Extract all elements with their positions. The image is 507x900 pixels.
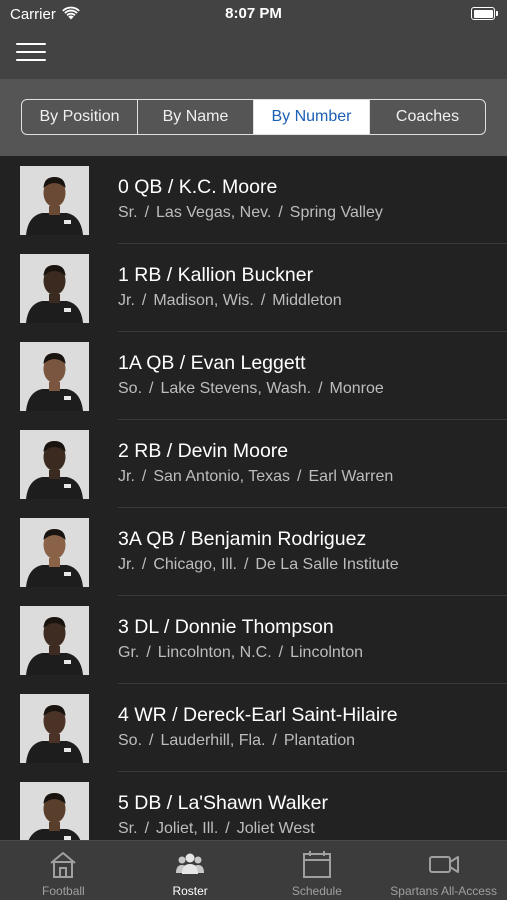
player-year: Sr. bbox=[118, 820, 138, 837]
player-school: De La Salle Institute bbox=[255, 556, 399, 573]
player-school: Earl Warren bbox=[308, 468, 394, 485]
sort-segmented-control: By Position By Name By Number Coaches bbox=[21, 99, 486, 135]
people-icon bbox=[176, 853, 205, 874]
tab-football[interactable]: Football bbox=[0, 841, 127, 900]
player-row[interactable]: 5 DB / La'Shawn Walker Sr. / Joliet, Ill. / J… bbox=[0, 772, 507, 840]
player-year: Sr. bbox=[118, 204, 138, 221]
player-row[interactable]: 3 DL / Donnie Thompson Gr. / Lincolnton, N.… bbox=[0, 596, 507, 684]
separator-slash: / bbox=[278, 204, 283, 221]
player-details: So. / Lake Stevens, Wash. / Monroe bbox=[118, 380, 384, 398]
separator-slash: / bbox=[278, 644, 284, 661]
player-photo bbox=[20, 342, 89, 411]
separator-slash: / bbox=[149, 732, 154, 749]
player-school: Joliet West bbox=[236, 820, 315, 837]
player-details: Jr. / San Antonio, Texas / Earl Warren bbox=[118, 468, 393, 486]
tab-schedule-label: Schedule bbox=[291, 884, 342, 898]
player-school: Monroe bbox=[329, 380, 384, 397]
separator-slash: / bbox=[144, 204, 150, 221]
player-details: Sr. / Joliet, Ill. / Joliet West bbox=[118, 820, 315, 838]
player-hometown: Chicago, Ill. bbox=[153, 556, 237, 573]
segment-by-position[interactable]: By Position bbox=[22, 100, 138, 134]
tab-bar: Football Roster Schedule Spartans All-Ac… bbox=[0, 840, 507, 900]
player-school: Lincolnton bbox=[290, 644, 364, 661]
separator-slash: / bbox=[146, 644, 151, 661]
sort-control-area: By Position By Name By Number Coaches bbox=[0, 79, 507, 156]
player-hometown: Las Vegas, Nev. bbox=[156, 204, 272, 221]
battery-icon bbox=[471, 7, 498, 20]
player-details: Jr. / Chicago, Ill. / De La Salle Institute bbox=[118, 556, 399, 574]
player-title: 2 RB / Devin Moore bbox=[118, 440, 289, 462]
player-details: Jr. / Madison, Wis. / Middleton bbox=[118, 292, 342, 310]
player-title: 3A QB / Benjamin Rodriguez bbox=[118, 528, 367, 550]
house-icon bbox=[50, 852, 77, 878]
player-row[interactable]: 3A QB / Benjamin Rodriguez Jr. / Chicago, I… bbox=[0, 508, 507, 596]
video-camera-icon bbox=[428, 856, 459, 873]
player-details: Sr. / Las Vegas, Nev. / Spring Valley bbox=[118, 204, 383, 222]
player-year: So. bbox=[118, 380, 143, 397]
player-photo bbox=[20, 782, 89, 840]
separator-slash: / bbox=[225, 820, 230, 837]
player-title: 1A QB / Evan Leggett bbox=[118, 352, 306, 374]
player-details: Gr. / Lincolnton, N.C. / Lincolnton bbox=[118, 644, 363, 662]
player-school: Middleton bbox=[272, 292, 342, 309]
tab-spartans-all-access[interactable]: Spartans All-Access bbox=[380, 841, 507, 900]
player-row[interactable]: 0 QB / K.C. Moore Sr. / Las Vegas, Nev. / Spr… bbox=[0, 156, 507, 244]
separator-slash: / bbox=[297, 468, 302, 485]
separator-slash: / bbox=[149, 380, 154, 397]
player-photo bbox=[20, 606, 89, 675]
hamburger-menu-icon[interactable] bbox=[16, 43, 46, 63]
tab-roster[interactable]: Roster bbox=[127, 841, 254, 900]
player-row[interactable]: 2 RB / Devin Moore Jr. / San Antonio, Texas… bbox=[0, 420, 507, 508]
segment-by-name[interactable]: By Name bbox=[138, 100, 254, 134]
segment-coaches[interactable]: Coaches bbox=[370, 100, 485, 134]
tab-spartans-all-access-label: Spartans All-Access bbox=[390, 884, 497, 898]
player-year: Jr. bbox=[118, 556, 135, 573]
separator-slash: / bbox=[144, 820, 150, 837]
navigation-bar bbox=[0, 30, 507, 79]
player-details: So. / Lauderhill, Fla. / Plantation bbox=[118, 732, 355, 750]
player-row[interactable]: 4 WR / Dereck-Earl Saint-Hilaire So. / Laud… bbox=[0, 684, 507, 772]
player-photo bbox=[20, 430, 89, 499]
player-year: So. bbox=[118, 732, 143, 749]
player-school: Plantation bbox=[283, 732, 356, 749]
player-title: 1 RB / Kallion Buckner bbox=[118, 264, 314, 286]
player-hometown: San Antonio, Texas bbox=[153, 468, 291, 485]
player-title: 5 DB / La'Shawn Walker bbox=[118, 792, 329, 814]
tab-football-label: Football bbox=[42, 884, 85, 898]
segment-by-number[interactable]: By Number bbox=[254, 100, 370, 134]
player-photo bbox=[20, 166, 89, 235]
player-hometown: Lauderhill, Fla. bbox=[160, 732, 266, 749]
tab-roster-label: Roster bbox=[172, 884, 208, 898]
status-time: 8:07 PM bbox=[225, 5, 282, 22]
tab-schedule[interactable]: Schedule bbox=[254, 841, 381, 900]
player-hometown: Joliet, Ill. bbox=[156, 820, 219, 837]
player-row[interactable]: 1A QB / Evan Leggett So. / Lake Stevens, Wa… bbox=[0, 332, 507, 420]
player-hometown: Madison, Wis. bbox=[153, 292, 254, 309]
player-year: Gr. bbox=[118, 644, 140, 661]
player-photo bbox=[20, 254, 89, 323]
player-year: Jr. bbox=[118, 468, 135, 485]
roster-list[interactable]: 0 QB / K.C. Moore Sr. / Las Vegas, Nev. / Spr… bbox=[0, 156, 507, 840]
player-title: 0 QB / K.C. Moore bbox=[118, 176, 278, 198]
separator-slash: / bbox=[141, 556, 147, 573]
player-photo bbox=[20, 694, 89, 763]
player-year: Jr. bbox=[118, 292, 135, 309]
player-title: 4 WR / Dereck-Earl Saint-Hilaire bbox=[118, 704, 398, 726]
player-title: 3 DL / Donnie Thompson bbox=[118, 616, 334, 638]
separator-slash: / bbox=[260, 292, 266, 309]
status-bar: Carrier 8:07 PM bbox=[0, 0, 507, 30]
player-school: Spring Valley bbox=[289, 204, 383, 221]
separator-slash: / bbox=[272, 732, 277, 749]
separator-slash: / bbox=[318, 380, 323, 397]
separator-slash: / bbox=[141, 292, 147, 309]
calendar-icon bbox=[302, 851, 331, 878]
separator-slash: / bbox=[243, 556, 249, 573]
player-photo bbox=[20, 518, 89, 587]
separator-slash: / bbox=[141, 468, 147, 485]
player-hometown: Lincolnton, N.C. bbox=[157, 644, 272, 661]
player-hometown: Lake Stevens, Wash. bbox=[160, 380, 312, 397]
player-row[interactable]: 1 RB / Kallion Buckner Jr. / Madison, Wis. /… bbox=[0, 244, 507, 332]
